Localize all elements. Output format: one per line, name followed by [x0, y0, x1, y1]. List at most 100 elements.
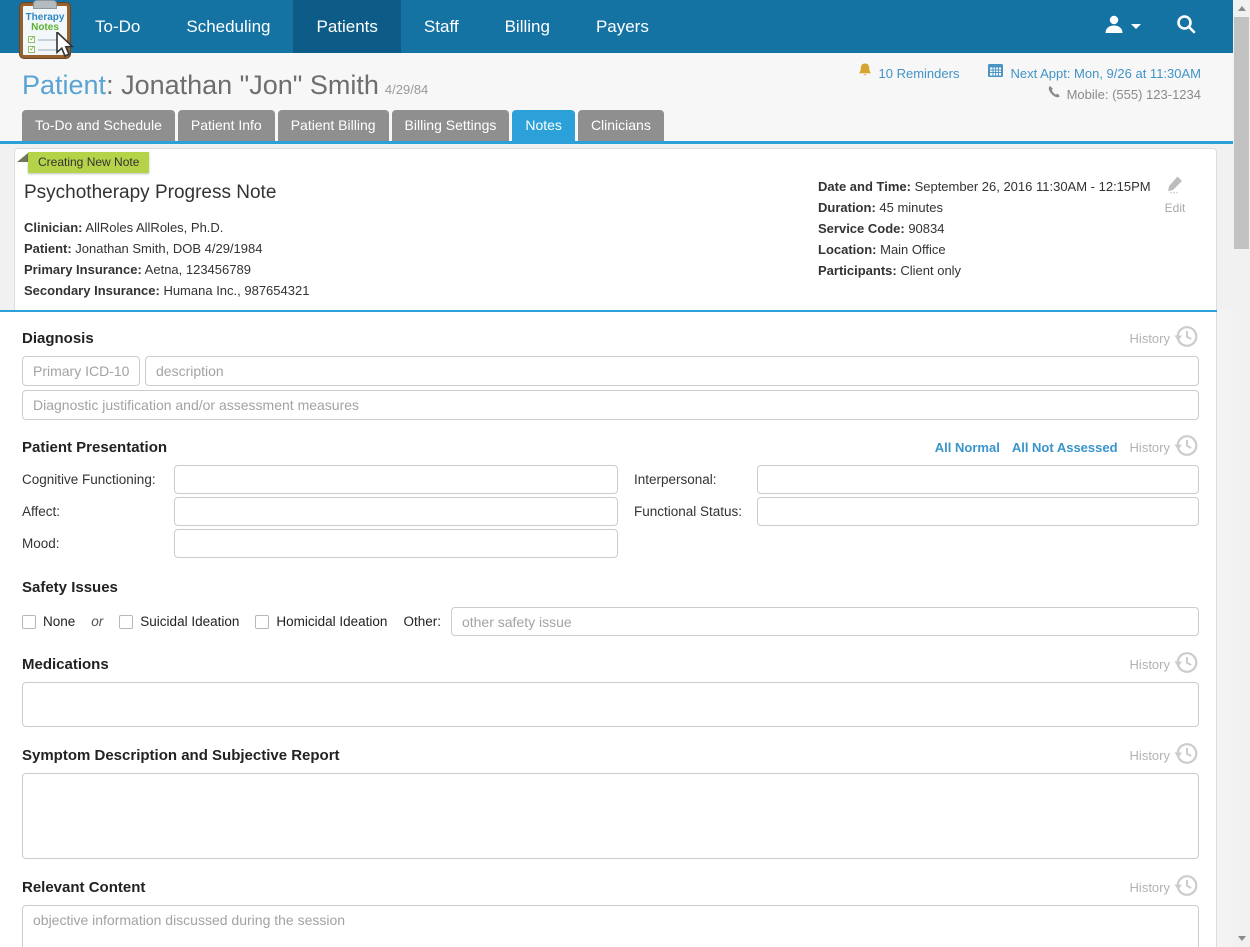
patient-presentation-heading: Patient Presentation — [22, 438, 168, 456]
reminders-link[interactable]: 10 Reminders — [879, 63, 960, 84]
user-menu-button[interactable] — [1103, 13, 1141, 40]
clinician-value: AllRoles AllRoles, Ph.D. — [82, 220, 224, 235]
duration-label: Duration: — [818, 200, 876, 215]
relevant-content-textarea[interactable] — [22, 905, 1199, 947]
or-label: or — [91, 614, 104, 629]
suicidal-ideation-checkbox[interactable] — [119, 614, 134, 629]
note-title: Psychotherapy Progress Note — [24, 182, 277, 203]
secondary-insurance-label: Secondary Insurance: — [24, 283, 160, 298]
duration-value: 45 minutes — [875, 200, 943, 215]
affect-label: Affect: — [22, 504, 61, 519]
diagnosis-history-button[interactable]: History — [1130, 324, 1199, 353]
tab-todo-and-schedule[interactable]: To-Do and Schedule — [22, 110, 175, 141]
top-nav: To-Do Scheduling Patients Staff Billing … — [0, 0, 1233, 53]
medications-textarea[interactable] — [22, 682, 1199, 727]
suicidal-ideation-label: Suicidal Ideation — [140, 614, 240, 629]
affect-input[interactable] — [174, 497, 618, 526]
nav-item-scheduling[interactable]: Scheduling — [163, 0, 293, 53]
patient-label: Patient: — [24, 241, 72, 256]
next-appt-link[interactable]: Next Appt: Mon, 9/26 at 11:30AM — [1010, 63, 1201, 84]
nav-item-staff[interactable]: Staff — [401, 0, 482, 53]
functional-status-label: Functional Status: — [634, 504, 743, 519]
secondary-insurance-value: Humana Inc., 987654321 — [159, 283, 310, 298]
all-normal-link[interactable]: All Normal — [935, 440, 1000, 455]
patient-tabs: To-Do and Schedule Patient Info Patient … — [22, 110, 664, 141]
service-code-label: Service Code: — [818, 221, 905, 236]
tab-clinicians[interactable]: Clinicians — [577, 110, 664, 141]
arrow-up-icon — [1237, 6, 1246, 11]
calendar-icon — [987, 62, 1004, 84]
cognitive-functioning-label: Cognitive Functioning: — [22, 472, 156, 487]
clinician-label: Clinician: — [24, 220, 83, 235]
right-gutter — [1217, 310, 1233, 947]
mood-input[interactable] — [174, 529, 618, 558]
history-clock-icon — [1173, 324, 1199, 353]
history-label: History — [1129, 747, 1170, 763]
homicidal-ideation-checkbox[interactable] — [255, 614, 270, 629]
relevant-content-heading: Relevant Content — [22, 878, 146, 896]
date-time-value: September 26, 2016 11:30AM - 12:15PM — [910, 179, 1151, 194]
nav-item-payers[interactable]: Payers — [573, 0, 672, 53]
primary-icd10-input[interactable] — [22, 356, 140, 386]
nav-item-todo[interactable]: To-Do — [72, 0, 163, 53]
interpersonal-label: Interpersonal: — [634, 472, 717, 487]
functional-status-input[interactable] — [757, 497, 1199, 526]
diagnosis-heading: Diagnosis — [22, 329, 94, 347]
tab-patient-info[interactable]: Patient Info — [177, 110, 275, 141]
primary-insurance-value: Aetna, 123456789 — [141, 262, 251, 277]
scrollbar-up-button[interactable] — [1233, 0, 1250, 17]
diagnosis-description-input[interactable] — [145, 356, 1199, 386]
note-header-card: Creating New Note Psychotherapy Progress… — [14, 148, 1217, 310]
bell-icon — [857, 62, 873, 84]
scrollbar-down-button[interactable] — [1233, 930, 1250, 947]
primary-insurance-label: Primary Insurance: — [24, 262, 142, 277]
history-label: History — [1129, 439, 1170, 455]
patient-header: Patient: Jonathan "Jon" Smith 4/29/84 10 … — [0, 53, 1233, 141]
symptom-history-button[interactable]: History — [1130, 741, 1199, 770]
patient-dob: 4/29/84 — [384, 82, 429, 97]
search-icon — [1175, 15, 1197, 39]
diagnostic-justification-input[interactable] — [22, 390, 1199, 420]
mouse-cursor-icon — [55, 30, 77, 63]
safety-issues-heading: Safety Issues — [22, 578, 118, 596]
medications-heading: Medications — [22, 655, 109, 673]
note-body: Diagnosis History Patient Presentation A… — [0, 312, 1217, 947]
phone-icon — [1047, 84, 1061, 105]
edit-appointment-button[interactable]: Edit — [1158, 174, 1192, 215]
therapynotes-logo[interactable]: Therapy Notes — [20, 0, 75, 58]
title-separator: : — [106, 70, 122, 100]
nav-menu: To-Do Scheduling Patients Staff Billing … — [72, 0, 672, 53]
nav-item-patients[interactable]: Patients — [293, 0, 401, 53]
tab-billing-settings[interactable]: Billing Settings — [391, 110, 510, 141]
other-safety-issue-input[interactable] — [450, 607, 1199, 636]
history-label: History — [1129, 879, 1170, 895]
symptom-description-textarea[interactable] — [22, 773, 1199, 859]
arrow-down-icon — [1237, 936, 1246, 941]
tab-notes[interactable]: Notes — [512, 110, 575, 141]
page-scrollbar[interactable] — [1233, 0, 1250, 947]
relevant-content-history-button[interactable]: History — [1130, 873, 1199, 902]
mood-label: Mood: — [22, 536, 60, 551]
nav-item-billing[interactable]: Billing — [482, 0, 573, 53]
none-checkbox[interactable] — [22, 614, 36, 629]
scrollbar-thumb[interactable] — [1234, 17, 1249, 249]
tab-patient-billing[interactable]: Patient Billing — [277, 110, 389, 141]
edit-button-label: Edit — [1164, 201, 1186, 215]
logo-clipboard-clip — [33, 0, 57, 9]
pencil-icon — [1165, 176, 1185, 198]
logo-checkbox-icon — [28, 34, 36, 43]
homicidal-ideation-label: Homicidal Ideation — [276, 614, 388, 629]
cognitive-functioning-input[interactable] — [174, 465, 618, 494]
location-label: Location: — [818, 242, 877, 257]
search-button[interactable] — [1175, 13, 1197, 40]
all-not-assessed-link[interactable]: All Not Assessed — [1012, 440, 1118, 455]
history-clock-icon — [1173, 650, 1199, 679]
history-label: History — [1129, 656, 1170, 672]
creating-new-note-badge: Creating New Note — [28, 152, 150, 173]
badge-fold-triangle — [17, 153, 28, 162]
interpersonal-input[interactable] — [757, 465, 1199, 494]
symptom-description-heading: Symptom Description and Subjective Repor… — [22, 746, 340, 764]
location-value: Main Office — [876, 242, 946, 257]
medications-history-button[interactable]: History — [1130, 650, 1199, 679]
presentation-history-button[interactable]: History — [1130, 433, 1199, 462]
